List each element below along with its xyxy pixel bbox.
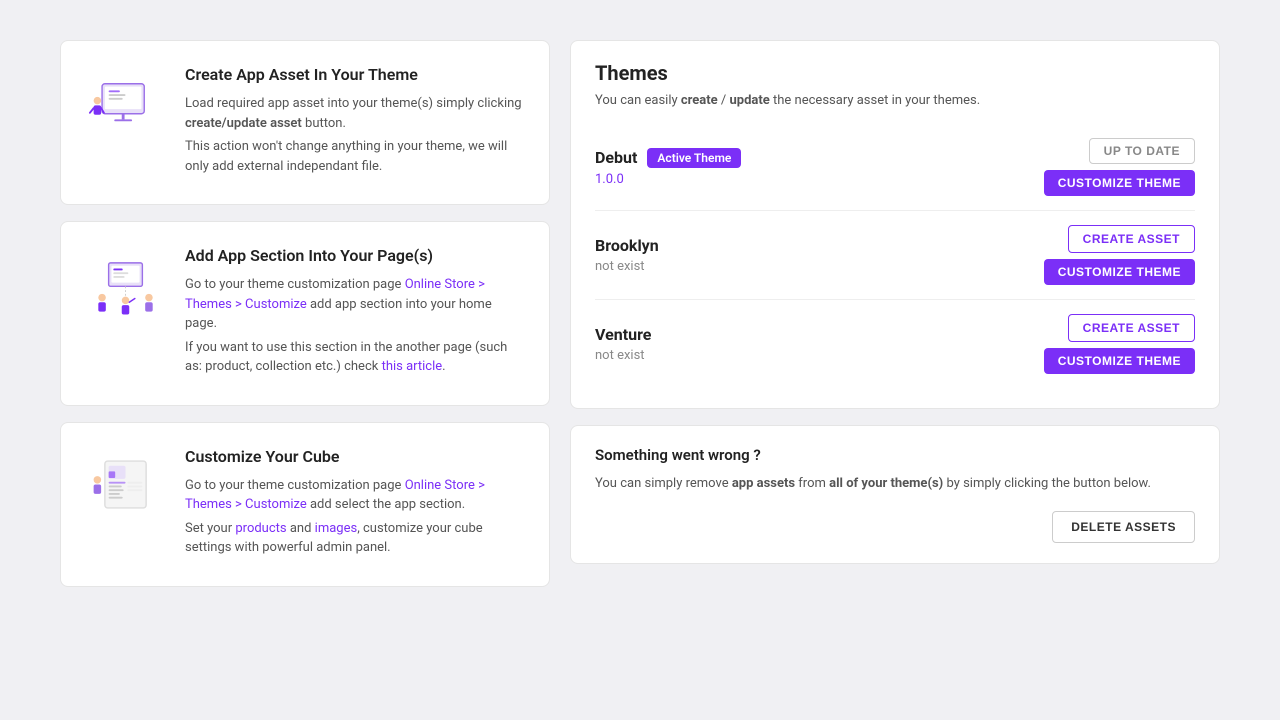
debut-version: 1.0.0 bbox=[595, 172, 741, 187]
venture-info: Venture not exist bbox=[595, 325, 651, 363]
error-title: Something went wrong ? bbox=[595, 446, 1195, 464]
themes-section: Themes You can easily create / update th… bbox=[570, 40, 1220, 409]
images-link[interactable]: images bbox=[315, 521, 358, 536]
debut-name-row: Debut Active Theme bbox=[595, 148, 741, 168]
brooklyn-name-row: Brooklyn bbox=[595, 236, 659, 255]
customize-cube-desc1: Go to your theme customization page Onli… bbox=[185, 476, 525, 515]
brooklyn-create-asset-button[interactable]: CREATE ASSET bbox=[1068, 225, 1195, 253]
venture-customize-button[interactable]: CUSTOMIZE THEME bbox=[1044, 348, 1195, 374]
add-section-card: Add App Section Into Your Page(s) Go to … bbox=[60, 221, 550, 406]
create-asset-content: Create App Asset In Your Theme Load requ… bbox=[185, 65, 525, 180]
create-update-bold: create/update asset bbox=[185, 116, 302, 131]
error-description: You can simply remove app assets from al… bbox=[595, 474, 1195, 495]
add-section-content: Add App Section Into Your Page(s) Go to … bbox=[185, 246, 525, 381]
brooklyn-info: Brooklyn not exist bbox=[595, 236, 659, 274]
themes-title: Themes bbox=[595, 61, 1195, 85]
themes-intro: You can easily create / update the neces… bbox=[595, 93, 1195, 108]
online-store-link-2[interactable]: Online Store > Themes > Customize bbox=[185, 478, 485, 513]
venture-status: not exist bbox=[595, 348, 651, 363]
debut-info: Debut Active Theme 1.0.0 bbox=[595, 148, 741, 187]
create-asset-desc1: Load required app asset into your theme(… bbox=[185, 94, 525, 133]
add-section-desc1: Go to your theme customization page Onli… bbox=[185, 275, 525, 334]
app-assets-bold: app assets bbox=[732, 476, 795, 491]
venture-create-asset-button[interactable]: CREATE ASSET bbox=[1068, 314, 1195, 342]
active-theme-badge: Active Theme bbox=[647, 148, 741, 168]
add-section-desc2: If you want to use this section in the a… bbox=[185, 338, 525, 377]
update-bold: update bbox=[730, 93, 770, 108]
products-link[interactable]: products bbox=[235, 521, 286, 536]
customize-cube-card: Customize Your Cube Go to your theme cus… bbox=[60, 422, 550, 587]
up-to-date-button[interactable]: UP TO DATE bbox=[1089, 138, 1195, 164]
theme-row-venture: Venture not exist CREATE ASSET CUSTOMIZE… bbox=[595, 299, 1195, 388]
all-themes-bold: all of your theme(s) bbox=[829, 476, 943, 491]
customize-cube-desc2: Set your products and images, customize … bbox=[185, 519, 525, 558]
create-asset-desc2: This action won't change anything in you… bbox=[185, 137, 525, 176]
venture-name: Venture bbox=[595, 325, 651, 344]
venture-actions: CREATE ASSET CUSTOMIZE THEME bbox=[1044, 314, 1195, 374]
create-asset-title: Create App Asset In Your Theme bbox=[185, 65, 525, 84]
online-store-link-1[interactable]: Online Store > Themes > Customize bbox=[185, 277, 485, 312]
theme-row-debut: Debut Active Theme 1.0.0 UP TO DATE CUST… bbox=[595, 124, 1195, 210]
customize-cube-title: Customize Your Cube bbox=[185, 447, 525, 466]
right-panel: Themes You can easily create / update th… bbox=[570, 40, 1220, 587]
create-bold: create bbox=[681, 93, 718, 108]
brooklyn-customize-button[interactable]: CUSTOMIZE THEME bbox=[1044, 259, 1195, 285]
add-section-illustration bbox=[85, 246, 165, 321]
left-panel: Create App Asset In Your Theme Load requ… bbox=[60, 40, 550, 587]
debut-actions: UP TO DATE CUSTOMIZE THEME bbox=[1044, 138, 1195, 196]
debut-name: Debut bbox=[595, 148, 637, 167]
debut-customize-button[interactable]: CUSTOMIZE THEME bbox=[1044, 170, 1195, 196]
delete-assets-button[interactable]: DELETE ASSETS bbox=[1052, 511, 1195, 543]
create-asset-illustration bbox=[85, 65, 165, 140]
customize-cube-illustration bbox=[85, 447, 165, 522]
brooklyn-actions: CREATE ASSET CUSTOMIZE THEME bbox=[1044, 225, 1195, 285]
brooklyn-name: Brooklyn bbox=[595, 236, 659, 255]
this-article-link[interactable]: this article bbox=[382, 359, 443, 374]
error-section: Something went wrong ? You can simply re… bbox=[570, 425, 1220, 564]
create-asset-card: Create App Asset In Your Theme Load requ… bbox=[60, 40, 550, 205]
brooklyn-status: not exist bbox=[595, 259, 659, 274]
customize-cube-content: Customize Your Cube Go to your theme cus… bbox=[185, 447, 525, 562]
add-section-title: Add App Section Into Your Page(s) bbox=[185, 246, 525, 265]
theme-row-brooklyn: Brooklyn not exist CREATE ASSET CUSTOMIZ… bbox=[595, 210, 1195, 299]
venture-name-row: Venture bbox=[595, 325, 651, 344]
